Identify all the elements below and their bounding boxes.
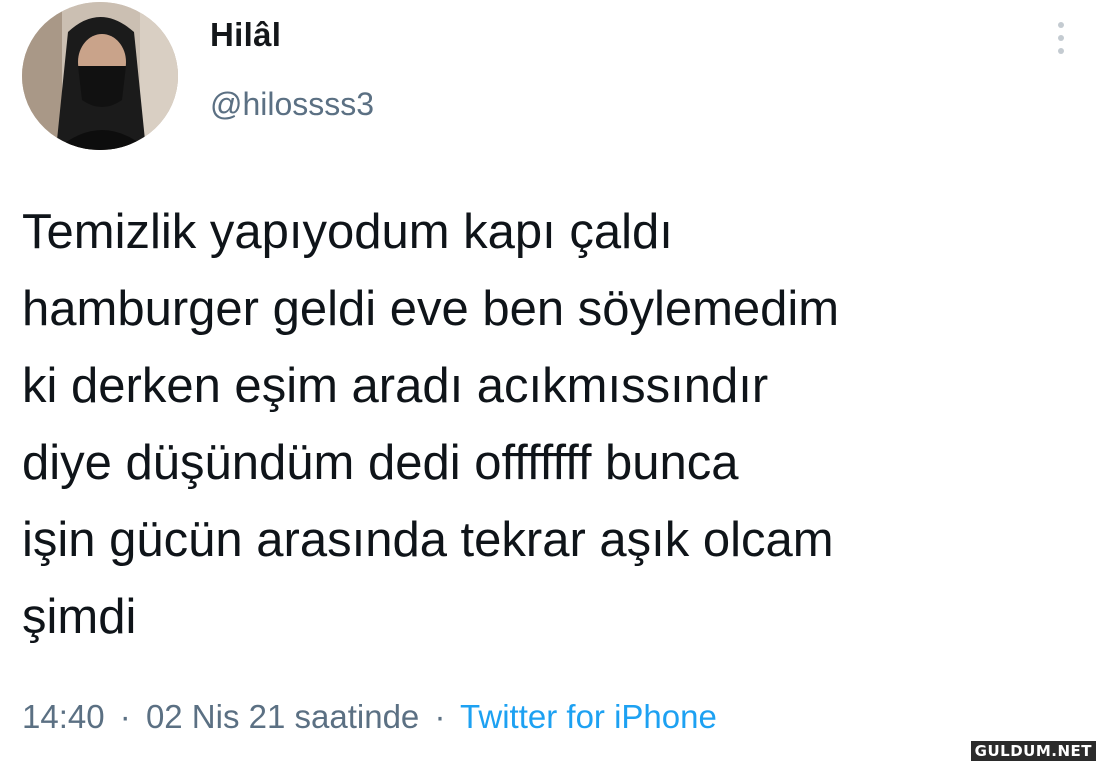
- tweet-time: 14:40: [22, 698, 105, 735]
- watermark: GULDUM.NET: [970, 741, 1096, 761]
- tweet-card: Hilâl @hilossss3 Temizlik yapıyodum kapı…: [0, 0, 1102, 765]
- separator: ·: [119, 698, 131, 735]
- avatar-photo: [22, 2, 178, 150]
- display-name[interactable]: Hilâl: [210, 16, 281, 54]
- dot: [1058, 48, 1064, 54]
- avatar[interactable]: [22, 2, 178, 150]
- tweet-date: 02 Nis 21 saatinde: [145, 698, 420, 735]
- tweet-source-link[interactable]: Twitter for iPhone: [460, 698, 717, 735]
- dot: [1058, 35, 1064, 41]
- vertical-dots-icon[interactable]: [1050, 18, 1072, 58]
- tweet-metadata: 14:40 · 02 Nis 21 saatinde · Twitter for…: [22, 698, 717, 736]
- dot: [1058, 22, 1064, 28]
- user-handle[interactable]: @hilossss3: [210, 86, 374, 123]
- separator: ·: [434, 698, 446, 735]
- tweet-text: Temizlik yapıyodum kapı çaldı hamburger …: [22, 205, 840, 644]
